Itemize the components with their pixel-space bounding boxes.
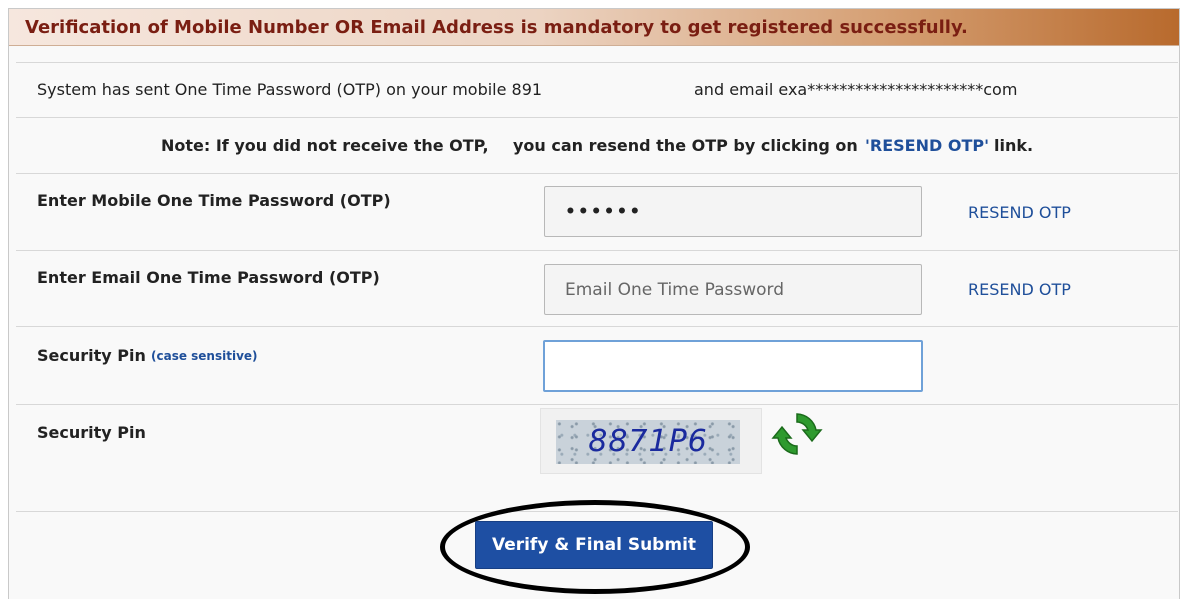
email-otp-input[interactable] xyxy=(544,264,922,315)
otp-sent-mobile-text: System has sent One Time Password (OTP) … xyxy=(37,80,543,99)
note-text-middle: you can resend the OTP by clicking on xyxy=(513,136,858,155)
row-divider xyxy=(16,250,1178,251)
refresh-icon[interactable] xyxy=(771,408,823,460)
note-text-prefix: Note: If you did not receive the OTP, xyxy=(161,136,489,155)
mobile-otp-input[interactable] xyxy=(544,186,922,237)
row-divider xyxy=(16,173,1178,174)
header-text: Verification of Mobile Number OR Email A… xyxy=(25,17,968,38)
verify-final-submit-button[interactable]: Verify & Final Submit xyxy=(475,521,713,569)
case-sensitive-hint: (case sensitive) xyxy=(151,349,258,363)
row-divider xyxy=(16,326,1178,327)
security-pin-captcha-label: Security Pin xyxy=(37,423,146,442)
mobile-resend-otp-link[interactable]: RESEND OTP xyxy=(968,203,1071,222)
row-divider xyxy=(16,404,1178,405)
security-pin-input[interactable] xyxy=(543,340,923,392)
otp-sent-email-text: and email exa**********************com xyxy=(694,80,1018,99)
email-otp-label: Enter Email One Time Password (OTP) xyxy=(37,268,380,287)
email-resend-otp-link[interactable]: RESEND OTP xyxy=(968,280,1071,299)
security-pin-label: Security Pin xyxy=(37,346,146,365)
row-divider xyxy=(16,117,1178,118)
note-text-suffix: link. xyxy=(994,136,1034,155)
note-resend-otp-link[interactable]: 'RESEND OTP' xyxy=(865,136,989,155)
row-divider xyxy=(16,62,1178,63)
mobile-otp-label: Enter Mobile One Time Password (OTP) xyxy=(37,191,391,210)
captcha-text: 8871P6 xyxy=(588,424,708,459)
header-bar: Verification of Mobile Number OR Email A… xyxy=(9,9,1179,46)
captcha-image: 8871P6 xyxy=(556,420,740,464)
